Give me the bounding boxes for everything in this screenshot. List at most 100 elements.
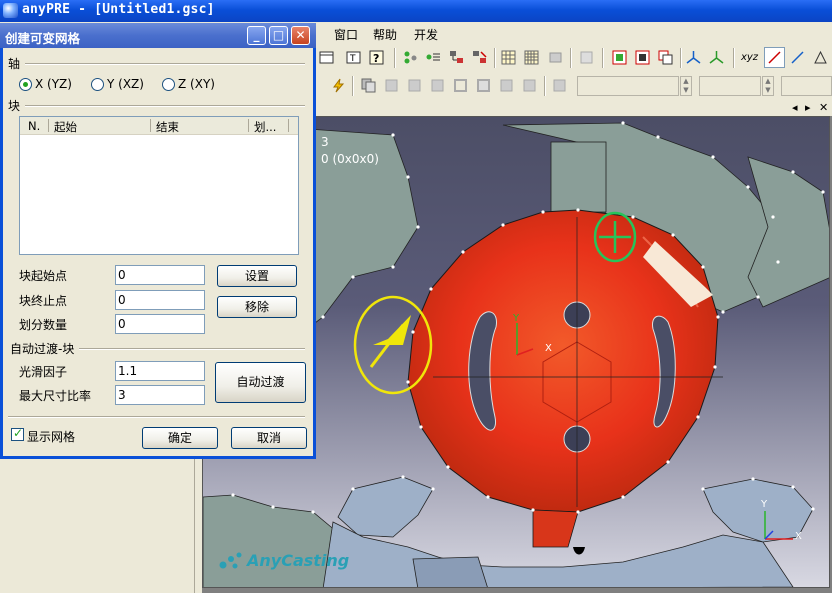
radio-axis-z-indicator [162,78,175,91]
col-divider [248,119,249,132]
toolbar-separator [394,48,396,68]
create-variable-mesh-dialog: 创建可变网格 _ □ ✕ 轴 X (YZ) Y (XZ) Z (XY) 块 N.… [0,23,316,459]
ok-button[interactable]: 确定 [142,427,218,449]
cancel-button[interactable]: 取消 [231,427,307,449]
bottom-divider [8,416,305,418]
col-divider [48,119,49,132]
menu-help[interactable]: 帮助 [373,26,397,43]
corner-axis-x-label: X [795,531,802,542]
smooth-factor-input[interactable]: 1.1 [115,361,205,381]
auto-transition-button[interactable]: 自动过渡 [215,362,306,403]
runner-stem [550,141,607,213]
app-icon [3,3,18,18]
coordinate-field-3[interactable] [781,76,832,96]
paste-icon [381,75,402,96]
toolbar-separator [352,76,354,96]
logo-dots-icon [219,552,242,569]
axis-triad-icon[interactable] [683,47,704,68]
close-view-icon[interactable]: ✕ [819,101,828,114]
mesh-grid-icon[interactable] [498,47,519,68]
axis-y-label: Y [513,313,520,324]
lightning-icon[interactable] [328,75,349,96]
col-divider [288,119,289,132]
toolbar-separator [570,48,572,68]
max-size-ratio-input[interactable]: 3 [115,385,205,405]
remove-button[interactable]: 移除 [217,296,297,318]
anycasting-logo: AnyCasting [217,551,357,573]
tree-delete-icon[interactable] [469,47,490,68]
divisions-label: 划分数量 [19,318,68,332]
block-start-label: 块起始点 [19,269,68,283]
toolbar-separator [494,48,496,68]
smooth-factor-label: 光滑因子 [19,365,68,379]
mirror-icon [496,75,517,96]
coordinate-field-1[interactable] [577,76,679,96]
coordinate-spinner-1[interactable]: ▲ ▼ [680,76,692,96]
line-tool-icon[interactable] [764,47,785,68]
minimize-button[interactable]: _ [247,26,266,45]
col-divider [150,119,151,132]
col-end[interactable]: 结束 [156,119,179,135]
menu-develop[interactable]: 开发 [414,26,438,43]
divisions-input[interactable]: 0 [115,314,205,334]
axis-x-label: X [545,343,552,354]
tab-prev-icon[interactable]: ◂ [792,101,798,114]
block-list[interactable]: N. 起始 结束 划... [19,116,299,255]
dialog-titlebar[interactable]: 创建可变网格 _ □ ✕ [0,23,316,48]
toolbar-separator [680,48,682,68]
help-tool-button[interactable]: ? [366,47,387,68]
col-start[interactable]: 起始 [54,119,77,135]
block-group-divider [25,105,305,107]
tree-icon[interactable] [446,47,467,68]
node-list-icon[interactable] [423,47,444,68]
axis-triad-alt-icon[interactable] [706,47,727,68]
viewport-info-dimensions: 0 (0x0x0) [321,152,379,166]
line-diagonal-icon[interactable] [787,47,808,68]
auto-transition-group-label: 自动过渡-块 [10,342,75,356]
menu-window[interactable]: 窗口 [334,26,358,43]
close-button[interactable]: ✕ [291,26,310,45]
layers-icon[interactable] [545,47,566,68]
maximize-button[interactable]: □ [269,26,288,45]
axis-group-divider [25,63,305,65]
col-divisions[interactable]: 划... [254,119,276,135]
frame-icon [450,75,471,96]
show-grid-label: 显示网格 [27,430,76,444]
set-button[interactable]: 设置 [217,265,297,287]
tab-next-icon[interactable]: ▸ [805,101,811,114]
disabled-tool-icon [576,47,597,68]
max-size-ratio-label: 最大尺寸比率 [19,389,92,403]
frame-alt-icon [473,75,494,96]
text-tool-button[interactable]: T [343,47,364,68]
svg-text:?: ? [373,52,379,65]
radio-axis-y-label: Y (XZ) [107,77,144,91]
corner-axis-y-label: Y [761,499,768,510]
grid-view-button[interactable] [316,47,337,68]
dialog-title: 创建可变网格 [5,31,81,46]
triangle-tool-icon[interactable] [810,47,831,68]
auto-transition-divider [79,348,305,350]
show-grid-checkbox[interactable] [11,426,24,441]
radio-axis-x-label: X (YZ) [35,77,72,91]
view-box-icon[interactable] [632,47,653,68]
nodes-icon[interactable] [400,47,421,68]
block-end-input[interactable]: 0 [115,290,205,310]
scale-icon [519,75,540,96]
casting-part [407,209,723,555]
viewport-info-index: 3 [321,135,329,149]
main-titlebar: anyPRE - [Untitled1.gsc] [0,0,832,22]
block-end-label: 块终止点 [19,294,68,308]
coordinate-field-2[interactable] [699,76,761,96]
toolbar-separator [602,48,604,68]
radio-axis-x-indicator [19,78,32,91]
col-number[interactable]: N. [28,119,40,133]
toolbar-separator [544,76,546,96]
mesh-grid-fine-icon[interactable] [521,47,542,68]
view-dual-icon[interactable] [655,47,676,68]
block-start-input[interactable]: 0 [115,265,205,285]
xyz-axis-button[interactable]: xyz [739,47,760,68]
copy-icon[interactable] [358,75,379,96]
view-front-icon[interactable] [609,47,630,68]
block-list-header: N. 起始 结束 划... [20,117,298,135]
coordinate-spinner-2[interactable]: ▲ ▼ [762,76,774,96]
